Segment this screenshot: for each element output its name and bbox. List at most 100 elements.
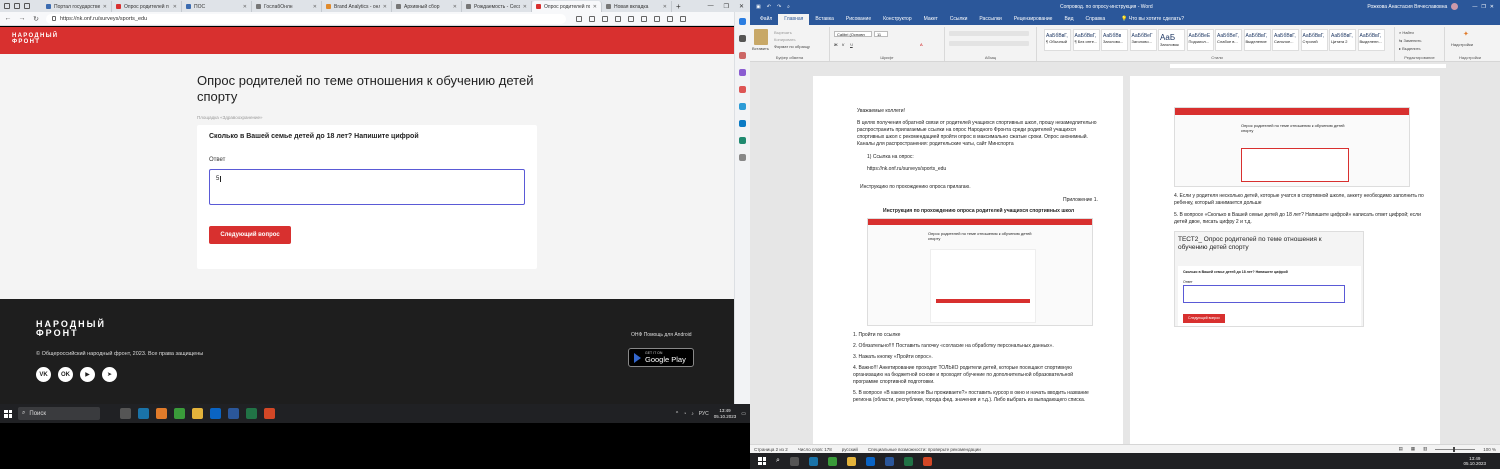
office-icon[interactable] <box>739 103 746 110</box>
addins-icon[interactable]: ✦ <box>1463 30 1469 38</box>
minimize-icon[interactable]: — <box>708 3 714 10</box>
style-option[interactable]: АаБбВвГ, Сильное... <box>1272 29 1299 51</box>
cut-button[interactable]: Вырезать <box>774 30 792 35</box>
tab-close-icon[interactable]: ✕ <box>173 4 177 10</box>
answer-input[interactable]: 5 <box>209 169 525 205</box>
input-language[interactable]: РУС <box>699 411 709 417</box>
reader-icon[interactable] <box>576 15 582 22</box>
tell-me-box[interactable]: 💡 Что вы хотите сделать? <box>1115 14 1190 25</box>
tab-close-icon[interactable]: ✕ <box>593 4 597 10</box>
games-icon[interactable] <box>739 86 746 93</box>
format-painter-button[interactable]: Формат по образцу <box>774 44 810 49</box>
ribbon-tab[interactable]: Главная <box>778 14 810 25</box>
read-mode-icon[interactable]: ▤ <box>1398 446 1402 452</box>
chrome-taskbar-icon[interactable] <box>827 456 837 466</box>
excel-taskbar-icon[interactable] <box>903 456 913 466</box>
screenshot-thumb-1[interactable]: Опрос родителей по теме отношения к обуч… <box>867 218 1093 326</box>
ribbon-tab[interactable]: Конструктор <box>877 14 918 25</box>
list-buttons[interactable] <box>949 31 1029 36</box>
chrome-taskbar-icon[interactable] <box>174 408 185 419</box>
task-view-icon[interactable] <box>120 408 131 419</box>
youtube-icon[interactable]: ▶ <box>80 367 95 382</box>
add-icon[interactable] <box>739 154 746 161</box>
style-option[interactable]: АаБбВвГ, Цитата 2 <box>1329 29 1356 51</box>
browser-tab[interactable]: Опрос родителей п ✕ <box>112 1 182 12</box>
outlook-taskbar-icon[interactable] <box>865 456 875 466</box>
volume-icon[interactable]: ♪ <box>691 411 694 417</box>
tab-close-icon[interactable]: ✕ <box>313 4 317 10</box>
more-menu-icon[interactable] <box>680 15 686 22</box>
taskbar-search[interactable]: ⌕ Поиск <box>18 407 100 420</box>
minimize-icon[interactable]: — <box>1472 4 1477 10</box>
bing-icon[interactable] <box>739 18 746 25</box>
tab-close-icon[interactable]: ✕ <box>523 4 527 10</box>
copy-button[interactable]: Копировать <box>774 37 796 42</box>
onf-logo[interactable]: НАРОДНЫЙ ФРОНТ <box>12 33 58 45</box>
notifications-icon[interactable]: ▭ <box>741 411 746 417</box>
addins-button[interactable]: Надстройки <box>1451 42 1473 47</box>
forward-icon[interactable]: → <box>18 15 26 22</box>
ok-icon[interactable]: OK <box>58 367 73 382</box>
favorites-icon[interactable] <box>641 15 647 22</box>
style-option[interactable]: АаБбВвГ, Выделенн... <box>1357 29 1385 51</box>
word-taskbar-icon[interactable] <box>228 408 239 419</box>
ribbon-tab[interactable]: Ссылки <box>944 14 974 25</box>
refresh-icon[interactable]: ↻ <box>32 15 40 23</box>
excel-taskbar-icon[interactable] <box>246 408 257 419</box>
ribbon-tab[interactable]: Рассылки <box>973 14 1007 25</box>
browser-tab[interactable]: Опрос родителей по ✕ <box>532 1 602 12</box>
replace-button[interactable]: ⇆ Заменить <box>1399 38 1421 43</box>
ribbon-tab[interactable]: Рецензирование <box>1008 14 1059 25</box>
paste-button[interactable]: Вставить <box>752 46 769 51</box>
zoom-level[interactable]: 100 % <box>1483 447 1496 452</box>
browser-tab[interactable]: Brand Analytics - онл ✕ <box>322 1 392 12</box>
style-option[interactable]: АаБбВеГ, Слабое в... <box>1215 29 1242 51</box>
redo-icon[interactable]: ↷ <box>777 4 781 10</box>
workspaces-icon[interactable] <box>14 3 20 9</box>
footer-logo[interactable]: НАРОДНЫЙ ФРОНТ <box>36 320 106 338</box>
powerpoint-taskbar-icon[interactable] <box>922 456 932 466</box>
print-layout-icon[interactable]: ▦ <box>1411 446 1415 452</box>
align-buttons[interactable] <box>949 41 1029 46</box>
extensions-icon[interactable] <box>615 15 621 22</box>
language-indicator[interactable]: русский <box>842 447 858 452</box>
tab-close-icon[interactable]: ✕ <box>243 4 247 10</box>
search-icon[interactable]: ⌕ <box>787 4 790 10</box>
outlook-taskbar-icon[interactable] <box>210 408 221 419</box>
browser-tab[interactable]: ГослабОнлн ✕ <box>252 1 322 12</box>
outlook-icon[interactable] <box>739 120 746 127</box>
search-icon[interactable] <box>739 35 746 42</box>
style-option[interactable]: АаБбВвГ, Строгий <box>1300 29 1328 51</box>
select-button[interactable]: ▸ Выделить <box>1399 46 1421 51</box>
horizontal-ruler[interactable] <box>750 62 1500 70</box>
page-2[interactable]: Опрос родителей по теме отношения к обуч… <box>1130 76 1440 444</box>
explorer-taskbar-icon[interactable] <box>846 456 856 466</box>
tab-actions-icon[interactable] <box>24 3 30 9</box>
style-option[interactable]: АаБбВв Заголово... <box>1101 29 1128 51</box>
maximize-icon[interactable]: ❐ <box>724 3 729 10</box>
ribbon-tab[interactable]: Справка <box>1080 14 1112 25</box>
italic-button[interactable]: К <box>842 42 844 47</box>
ribbon-tab[interactable]: Файл <box>754 14 778 25</box>
profile-icon[interactable] <box>4 3 10 9</box>
style-option[interactable]: АаБ Заголовок <box>1158 29 1185 51</box>
back-icon[interactable]: ← <box>4 15 12 22</box>
start-icon[interactable] <box>758 457 766 465</box>
web-layout-icon[interactable]: ▥ <box>1423 446 1427 452</box>
screenshot-thumb-3[interactable]: ТЕСТ2_ Опрос родителей по теме отношения… <box>1174 231 1364 327</box>
tools-icon[interactable] <box>739 69 746 76</box>
new-tab-button[interactable]: + <box>672 2 685 11</box>
bold-button[interactable]: Ж <box>834 42 838 47</box>
tab-close-icon[interactable]: ✕ <box>383 4 387 10</box>
edge-taskbar-icon[interactable] <box>808 456 818 466</box>
next-question-button[interactable]: Следующий вопрос <box>209 226 291 244</box>
document-area[interactable]: Уважаемые коллеги! В целях получения обр… <box>750 70 1500 444</box>
ribbon-tab[interactable]: Макет <box>918 14 944 25</box>
clock-right[interactable]: 13:49 05.10.2023 <box>1463 456 1500 467</box>
app-taskbar-icon[interactable] <box>156 408 167 419</box>
close-icon[interactable]: ✕ <box>1490 4 1494 10</box>
telegram-icon[interactable]: ➤ <box>102 367 117 382</box>
zoom-slider[interactable] <box>1435 446 1476 452</box>
autosave-icon[interactable]: ▣ <box>756 4 761 10</box>
browser-tab[interactable]: ПОС ✕ <box>182 1 252 12</box>
